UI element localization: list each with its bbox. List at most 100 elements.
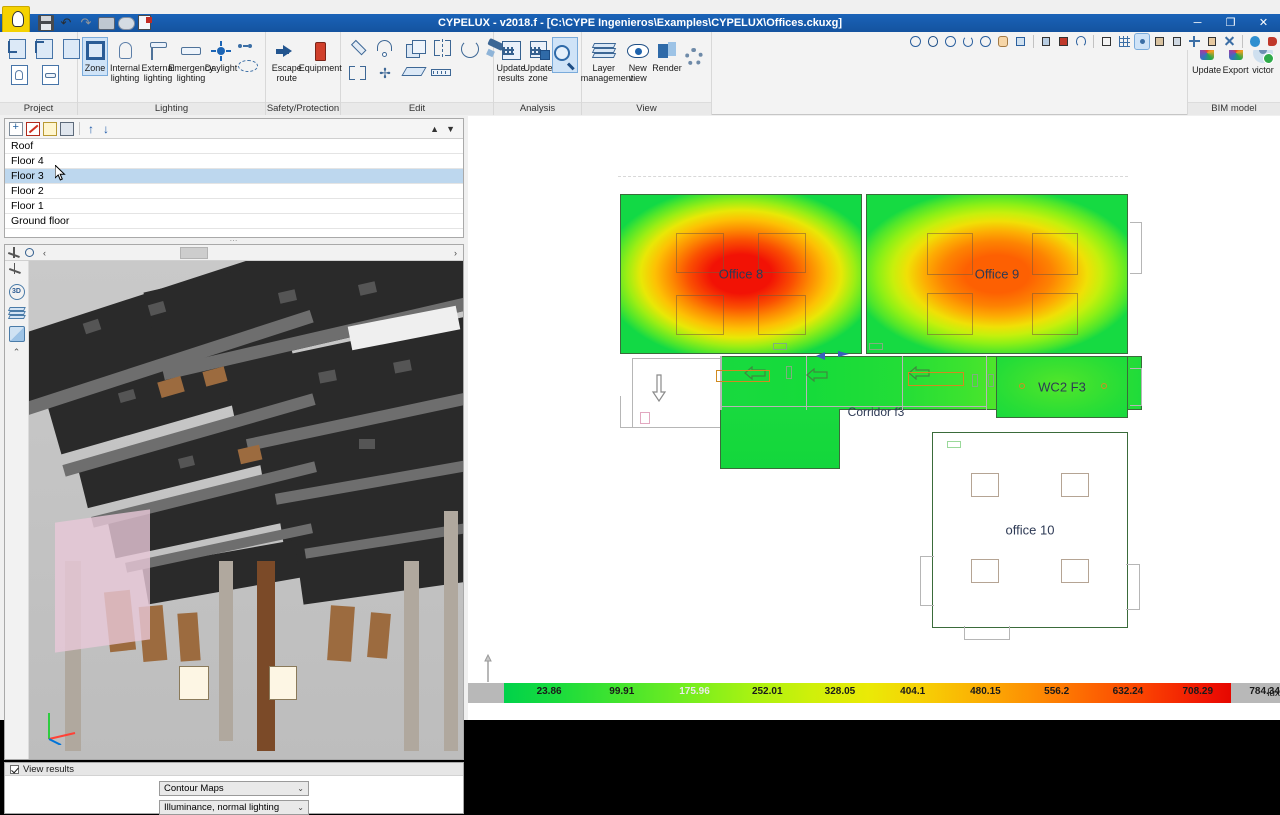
copy-button[interactable]: [404, 36, 428, 62]
pan-icon[interactable]: [996, 34, 1011, 49]
legend-tick: 99.91: [609, 686, 634, 697]
ribbon-group-title: Analysis: [494, 102, 581, 115]
update-results-button[interactable]: Update results: [499, 38, 523, 84]
zoom-window-icon[interactable]: [908, 34, 923, 49]
delete-floor-button[interactable]: [26, 122, 40, 136]
grid-icon[interactable]: [1117, 34, 1132, 49]
magnitude-dropdown[interactable]: Illuminance, normal lighting ⌄: [159, 800, 309, 815]
dimension-icon[interactable]: [1152, 34, 1167, 49]
help-web-icon[interactable]: [1248, 34, 1263, 49]
add-floor-button[interactable]: [9, 122, 23, 136]
zoom-all-icon[interactable]: [926, 34, 941, 49]
rotate-button[interactable]: [458, 36, 482, 62]
angle-icon[interactable]: [1187, 34, 1202, 49]
reference-image-icon[interactable]: [1039, 34, 1054, 49]
zoom-icon[interactable]: [24, 247, 36, 259]
axis-icon[interactable]: [9, 263, 25, 279]
rotate-node-button[interactable]: [373, 36, 397, 62]
floor-item-roof[interactable]: Roof: [5, 139, 463, 154]
text-icon[interactable]: [1170, 34, 1185, 49]
export-icon[interactable]: [138, 15, 154, 31]
redo-icon[interactable]: ↷: [78, 15, 94, 31]
room-office-9[interactable]: Office 9: [866, 194, 1128, 354]
search-zoom-button[interactable]: [553, 38, 577, 72]
zoom-out-icon[interactable]: [978, 34, 993, 49]
list-scroll-up-button[interactable]: ▲: [430, 124, 439, 134]
room-office-8[interactable]: Office 8: [620, 194, 862, 354]
horizontal-scrollbar[interactable]: [55, 247, 445, 259]
room-wc2-f3[interactable]: WC2 F3: [996, 356, 1128, 418]
undo-icon[interactable]: ↶: [58, 15, 74, 31]
layer-management-button[interactable]: Layer management: [587, 38, 620, 84]
emergency-light: [716, 370, 770, 382]
minimize-button[interactable]: ─: [1181, 14, 1214, 32]
floor-item-floor-2[interactable]: Floor 2: [5, 184, 463, 199]
floor-item-floor-4[interactable]: Floor 4: [5, 154, 463, 169]
dxf-dwg-icon[interactable]: [1056, 34, 1071, 49]
ortho-icon[interactable]: [1099, 34, 1114, 49]
internal-lighting-label: Internal lighting: [110, 64, 140, 83]
equipment-button[interactable]: Equipment: [305, 38, 335, 75]
internal-lighting-button[interactable]: Internal lighting: [110, 38, 140, 84]
scrollbar-thumb[interactable]: [180, 247, 208, 259]
project-lighting-button[interactable]: [5, 62, 33, 88]
calc-points-button[interactable]: [236, 38, 260, 75]
project-luminaire-button[interactable]: [36, 62, 64, 88]
emergency-lighting-button[interactable]: Emergency lighting: [176, 38, 206, 84]
manual-icon[interactable]: [1265, 34, 1280, 49]
floor-item-ground-floor[interactable]: Ground floor: [5, 214, 463, 229]
3d-viewport[interactable]: 3D ⌃: [5, 261, 463, 759]
measure-button[interactable]: [429, 62, 453, 84]
floor-item-floor-3[interactable]: Floor 3: [5, 169, 463, 184]
view-results-checkbox[interactable]: [10, 765, 19, 774]
new-view-button[interactable]: New view: [623, 38, 652, 84]
escape-route-button[interactable]: Escape route: [271, 38, 302, 84]
display-mode-dropdown[interactable]: Contour Maps ⌄: [159, 781, 309, 796]
maximize-button[interactable]: ❐: [1214, 14, 1247, 32]
move-arrows-button[interactable]: ✢: [373, 62, 397, 84]
axis-icon[interactable]: [8, 247, 20, 259]
results-options-panel: View results Contour Maps ⌄ Illuminance,…: [4, 762, 464, 814]
layers-icon[interactable]: [9, 305, 25, 321]
redraw-icon[interactable]: [961, 34, 976, 49]
open-project-button[interactable]: [32, 36, 56, 62]
object-snap-icon[interactable]: [1135, 34, 1150, 49]
ribbon-group-project: Project: [0, 32, 78, 115]
calculator-icon[interactable]: [1205, 34, 1220, 49]
user-name-label: victor: [1252, 66, 1274, 76]
scroll-left-icon[interactable]: ‹: [40, 248, 49, 258]
move-node-button[interactable]: [346, 62, 370, 84]
render-button[interactable]: Render: [655, 38, 679, 75]
floor-item-floor-1[interactable]: Floor 1: [5, 199, 463, 214]
solid-view-icon[interactable]: [9, 326, 25, 342]
zoom-previous-icon[interactable]: [943, 34, 958, 49]
copy-floor-button[interactable]: [43, 122, 57, 136]
mirror-button[interactable]: [431, 36, 455, 62]
move-floor-down-button[interactable]: ↓: [100, 122, 112, 136]
view-settings-gear-button[interactable]: [682, 44, 706, 70]
print-preview-icon[interactable]: [118, 15, 134, 31]
list-scroll-down-button[interactable]: ▼: [446, 124, 455, 134]
scroll-right-icon[interactable]: ›: [451, 248, 460, 258]
expand-icon[interactable]: ⌃: [13, 347, 21, 358]
edit-floor-button[interactable]: [60, 122, 74, 136]
zone-button[interactable]: Zone: [83, 38, 107, 75]
close-tool-icon[interactable]: [1222, 34, 1237, 49]
pane-splitter[interactable]: ⋯: [4, 238, 464, 243]
room-office-10[interactable]: office 10: [932, 432, 1128, 628]
plan-view[interactable]: Office 8 Office 9 Corridor f3: [468, 116, 1280, 720]
corridor-partition: [720, 406, 986, 407]
new-project-button[interactable]: [5, 36, 29, 62]
view-3d-icon[interactable]: 3D: [9, 284, 25, 300]
snap-icon[interactable]: [1074, 34, 1089, 49]
save-icon[interactable]: [38, 15, 54, 31]
zoom-selection-icon[interactable]: [1013, 34, 1028, 49]
print-icon[interactable]: [98, 15, 114, 31]
wall-stub: [1126, 564, 1140, 610]
daylight-button[interactable]: Daylight: [209, 38, 233, 75]
move-floor-up-button[interactable]: ↑: [85, 122, 97, 136]
pencil-edit-button[interactable]: [346, 36, 370, 62]
update-zone-button[interactable]: Update zone: [526, 38, 550, 84]
close-button[interactable]: ✕: [1247, 14, 1280, 32]
plane-button[interactable]: [402, 62, 426, 84]
